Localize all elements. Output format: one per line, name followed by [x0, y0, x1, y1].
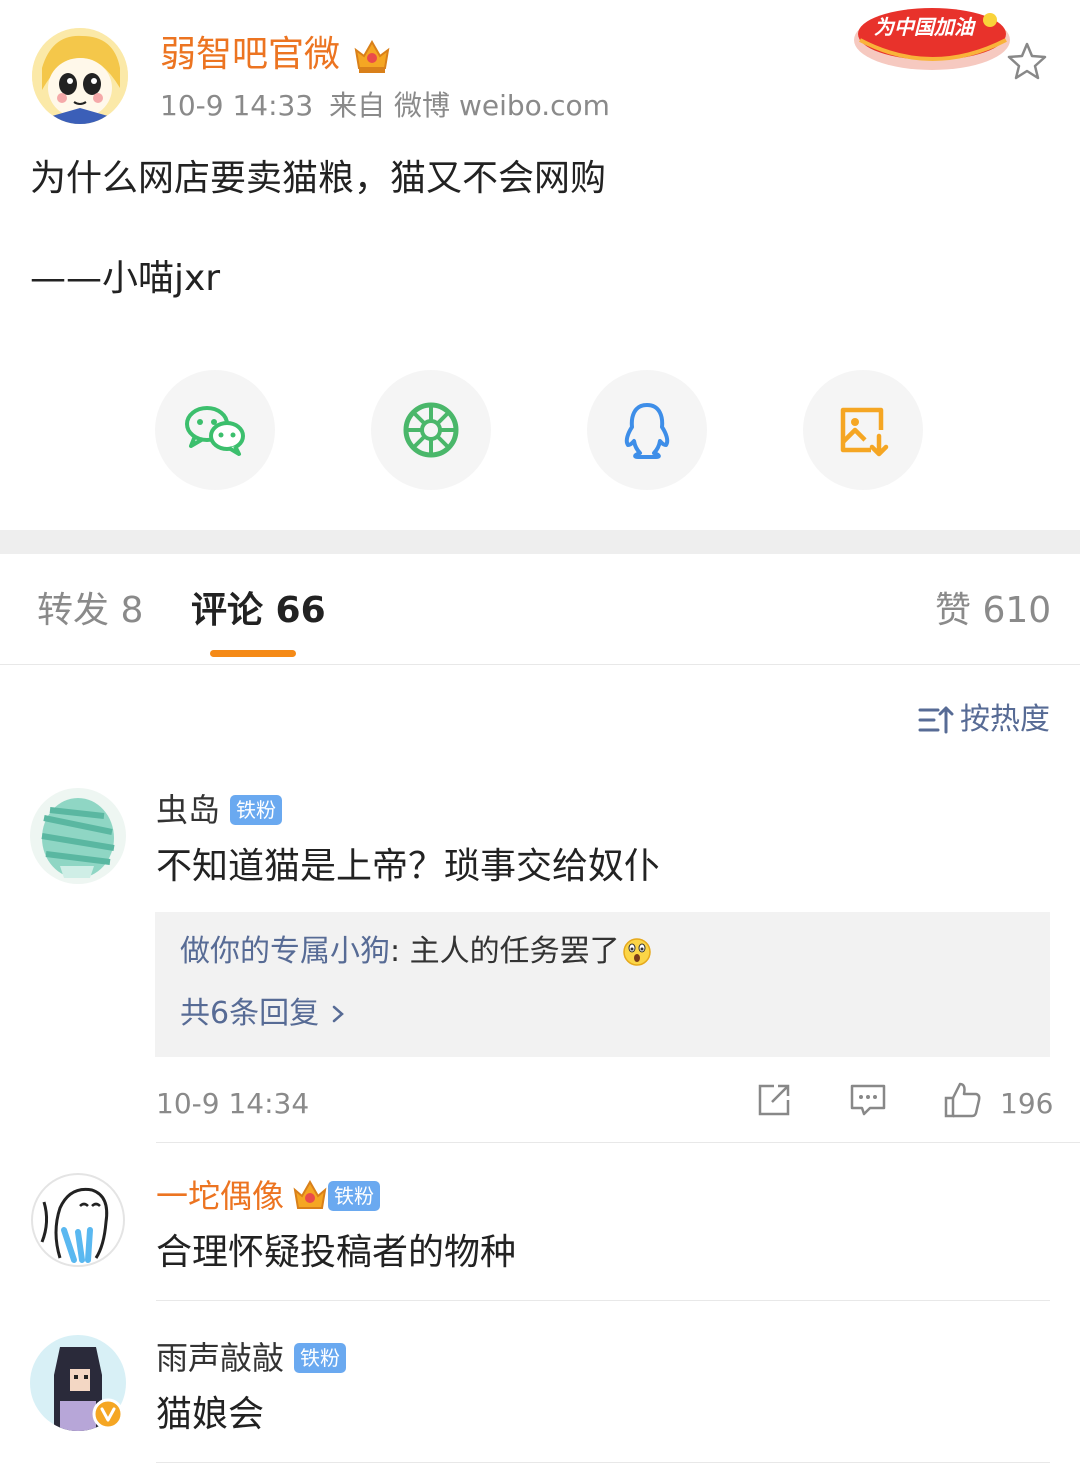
fan-badge: 铁粉	[294, 1343, 347, 1373]
comment-avatar[interactable]	[30, 788, 126, 884]
author-avatar[interactable]	[32, 28, 128, 124]
post-signature: ——小喵jxr	[30, 258, 221, 299]
like-count: 196	[1000, 1087, 1054, 1120]
tabs-divider	[0, 664, 1080, 665]
share-qq-button[interactable]	[587, 370, 707, 490]
tab-comments[interactable]: 评论 66	[191, 586, 326, 636]
cheer-badge-text: 为中国加油	[874, 15, 974, 39]
comment-text: 猫娘会	[156, 1394, 265, 1435]
post-meta: 10-9 14:33 来自 微博 weibo.com	[160, 86, 610, 126]
vip-crown-icon	[293, 1179, 327, 1209]
post-time: 10-9 14:33	[160, 89, 314, 122]
save-image-button[interactable]	[803, 370, 923, 490]
chevron-right-icon	[332, 1005, 344, 1023]
fan-badge: 铁粉	[230, 795, 283, 825]
reply-text: : 主人的任务罢了	[390, 934, 620, 969]
comment-username-text: 一坨偶像	[156, 1177, 285, 1215]
post-source: 来自 微博 weibo.com	[329, 89, 610, 122]
reply-preview[interactable]: 做你的专属小狗: 主人的任务罢了	[180, 930, 652, 974]
comment-username[interactable]: 虫岛 铁粉	[156, 788, 283, 832]
like-thumb-icon[interactable]	[942, 1080, 982, 1120]
comment-time: 10-9 14:34	[156, 1087, 310, 1120]
moments-icon	[403, 402, 459, 458]
sort-icon	[918, 706, 954, 734]
comment-username-text: 雨声敲敲	[156, 1339, 285, 1377]
sort-button[interactable]: 按热度	[918, 700, 1050, 740]
comment-avatar[interactable]	[30, 1172, 126, 1268]
vip-crown-icon	[352, 36, 392, 76]
share-wechat-button[interactable]	[155, 370, 275, 490]
tab-likes[interactable]: 赞 610	[935, 586, 1051, 636]
comment-username[interactable]: 一坨偶像 铁粉	[156, 1174, 381, 1218]
comment-separator	[156, 1462, 1050, 1463]
verified-v-icon	[92, 1398, 124, 1430]
favorite-star-icon[interactable]	[1006, 40, 1048, 82]
reply-comment-icon[interactable]	[848, 1080, 888, 1120]
view-replies-link[interactable]: 共6条回复	[180, 992, 347, 1036]
post-text: 为什么网店要卖猫粮，猫又不会网购	[30, 158, 607, 199]
comment-username[interactable]: 雨声敲敲 铁粉	[156, 1336, 347, 1380]
view-replies-label: 共6条回复	[180, 996, 320, 1031]
comment-separator	[156, 1142, 1080, 1143]
active-tab-indicator	[210, 650, 296, 657]
save-image-icon	[840, 407, 889, 457]
sort-label: 按热度	[960, 702, 1050, 737]
tab-repost[interactable]: 转发 8	[37, 586, 143, 636]
wechat-icon	[185, 406, 245, 456]
comment-username-text: 虫岛	[156, 791, 221, 829]
comment-text: 不知道猫是上帝？琐事交给奴仆	[156, 846, 661, 887]
repost-comment-icon[interactable]	[754, 1080, 794, 1120]
share-moments-button[interactable]	[371, 370, 491, 490]
surprised-emoji-icon	[622, 938, 651, 966]
comment-separator	[156, 1300, 1050, 1301]
cheer-badge: 为中国加油	[850, 0, 1015, 78]
fan-badge: 铁粉	[328, 1181, 381, 1211]
comment-text: 合理怀疑投稿者的物种	[156, 1232, 517, 1273]
author-name[interactable]: 弱智吧官微	[160, 30, 340, 80]
qq-icon	[624, 403, 670, 459]
reply-username[interactable]: 做你的专属小狗	[180, 930, 390, 974]
section-divider	[0, 530, 1080, 554]
